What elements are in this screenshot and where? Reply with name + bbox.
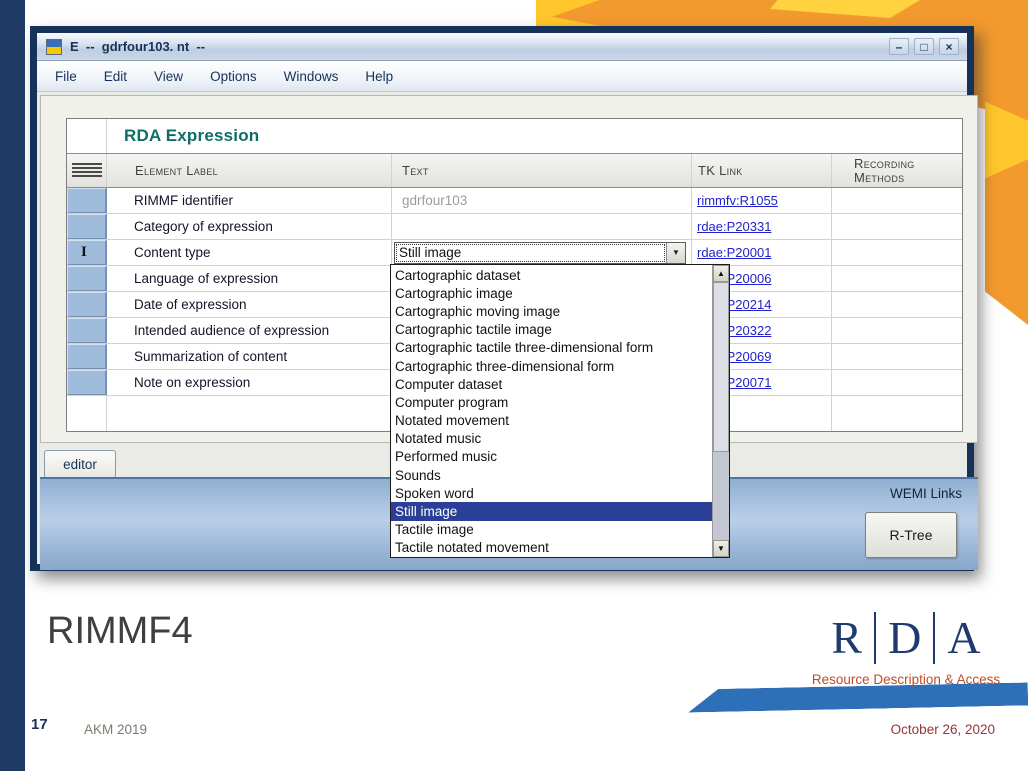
table-row: RIMMF identifier gdrfour103 rimmfv:R1055 [67, 188, 962, 214]
element-label: Language of expression [107, 266, 392, 291]
column-header-element-label: Element Label [107, 154, 392, 187]
dropdown-item[interactable]: Spoken word [391, 484, 712, 502]
footer-date: October 26, 2020 [890, 722, 995, 737]
logo-caption: Resource Description & Access [811, 672, 1001, 687]
dropdown-item[interactable]: Sounds [391, 466, 712, 484]
chevron-down-icon: ▼ [672, 248, 680, 257]
element-label: Category of expression [107, 214, 392, 239]
menu-help[interactable]: Help [365, 69, 393, 84]
tk-link[interactable]: rimmfv:R1055 [697, 193, 778, 208]
recording-methods-cell [832, 188, 962, 213]
table-row: Category of expression rdae:P20331 [67, 214, 962, 240]
dropdown-item[interactable]: Computer program [391, 393, 712, 411]
dropdown-item[interactable]: Computer dataset [391, 375, 712, 393]
left-sidebar-stripe [0, 0, 25, 771]
row-selector[interactable] [67, 266, 107, 291]
dropdown-item[interactable]: Cartographic moving image [391, 302, 712, 320]
row-selector[interactable] [67, 188, 107, 213]
app-icon [46, 39, 62, 55]
menu-edit[interactable]: Edit [104, 69, 127, 84]
table-title: RDA Expression [124, 126, 260, 145]
row-selector[interactable] [67, 214, 107, 239]
element-label: Intended audience of expression [107, 318, 392, 343]
tk-link[interactable]: rdae:P20001 [697, 245, 771, 260]
logo-letter-d: D [888, 612, 922, 663]
minimize-button[interactable]: – [889, 38, 909, 55]
dropdown-item[interactable]: Tactile notated movement [391, 539, 712, 557]
row-selector[interactable] [67, 370, 107, 395]
dropdown-scrollbar[interactable]: ▲ ▼ [712, 265, 729, 557]
dropdown-item[interactable]: Cartographic tactile three-dimensional f… [391, 339, 712, 357]
content-type-dropdown-list: Cartographic dataset Cartographic image … [390, 264, 730, 558]
menu-view[interactable]: View [154, 69, 183, 84]
logo-divider [874, 612, 877, 664]
recording-methods-cell [832, 214, 962, 239]
dropdown-item[interactable]: Performed music [391, 448, 712, 466]
arrow-up-icon: ▲ [717, 269, 725, 278]
logo-letter-a: A [947, 612, 981, 663]
element-label: Summarization of content [107, 344, 392, 369]
element-label: Date of expression [107, 292, 392, 317]
presentation-slide: E -- gdrfour103. nt -- – □ × File Edit V… [0, 0, 1028, 771]
column-header-tk-link: TK Link [692, 154, 832, 187]
scroll-down-button[interactable]: ▼ [713, 540, 729, 557]
rimmf-window: E -- gdrfour103. nt -- – □ × File Edit V… [30, 26, 978, 571]
recording-methods-cell [832, 370, 962, 395]
text-value[interactable]: gdrfour103 [392, 188, 692, 213]
dropdown-item[interactable]: Cartographic image [391, 284, 712, 302]
scrollbar-thumb[interactable] [713, 282, 729, 452]
scroll-up-button[interactable]: ▲ [713, 265, 729, 282]
dropdown-item[interactable]: Cartographic tactile image [391, 321, 712, 339]
scrollbar-track[interactable] [713, 282, 729, 540]
window-titlebar[interactable]: E -- gdrfour103. nt -- – □ × [37, 33, 967, 61]
dropdown-item[interactable]: Tactile image [391, 521, 712, 539]
logo-divider [933, 612, 936, 664]
dropdown-item[interactable]: Cartographic dataset [391, 266, 712, 284]
maximize-button[interactable]: □ [914, 38, 934, 55]
recording-methods-cell [832, 240, 962, 265]
logo-letter-r: R [831, 612, 863, 663]
combobox-value[interactable]: Still image [395, 243, 666, 263]
text-value[interactable] [392, 214, 692, 239]
row-selector[interactable] [67, 344, 107, 369]
recording-methods-cell [832, 292, 962, 317]
menu-options[interactable]: Options [210, 69, 257, 84]
tk-link[interactable]: rdae:P20331 [697, 219, 771, 234]
content-type-combobox[interactable]: Still image ▼ [394, 241, 686, 264]
wemi-links-label: WEMI Links [889, 486, 962, 501]
slide-page-number: 17 [31, 716, 48, 733]
recording-methods-cell [832, 266, 962, 291]
close-button[interactable]: × [939, 38, 959, 55]
row-selector[interactable]: I [67, 240, 107, 265]
column-header-recording-methods: Recording Methods [854, 155, 915, 185]
menu-file[interactable]: File [55, 69, 77, 84]
element-label: Note on expression [107, 370, 392, 395]
menu-windows[interactable]: Windows [284, 69, 339, 84]
row-selector[interactable] [67, 292, 107, 317]
combobox-dropdown-button[interactable]: ▼ [666, 242, 685, 263]
footer-left: AKM 2019 [84, 722, 148, 737]
dropdown-item-selected[interactable]: Still image [391, 502, 712, 521]
rda-logo: R D A Resource Description & Access [800, 612, 1012, 687]
grip-cell[interactable] [67, 154, 107, 187]
dropdown-item[interactable]: Cartographic three-dimensional form [391, 357, 712, 375]
slide-title: RIMMF4 [47, 610, 193, 652]
menu-bar: File Edit View Options Windows Help [37, 61, 967, 92]
recording-methods-cell [832, 318, 962, 343]
element-label: RIMMF identifier [107, 188, 392, 213]
row-selector[interactable] [67, 318, 107, 343]
arrow-down-icon: ▼ [717, 544, 725, 553]
table-row: I Content type Still image ▼ rdae:P20001 [67, 240, 962, 266]
recording-methods-cell [832, 344, 962, 369]
dropdown-item[interactable]: Notated movement [391, 412, 712, 430]
dropdown-item[interactable]: Notated music [391, 430, 712, 448]
window-title: E -- gdrfour103. nt -- [70, 39, 206, 54]
rtree-button[interactable]: R-Tree [865, 512, 957, 558]
text-cursor-icon: I [81, 244, 87, 260]
table-corner-cell [67, 119, 107, 153]
column-header-text: Text [392, 154, 692, 187]
tab-editor[interactable]: editor [44, 450, 116, 477]
element-label: Content type [107, 240, 392, 265]
grip-icon [71, 163, 102, 178]
